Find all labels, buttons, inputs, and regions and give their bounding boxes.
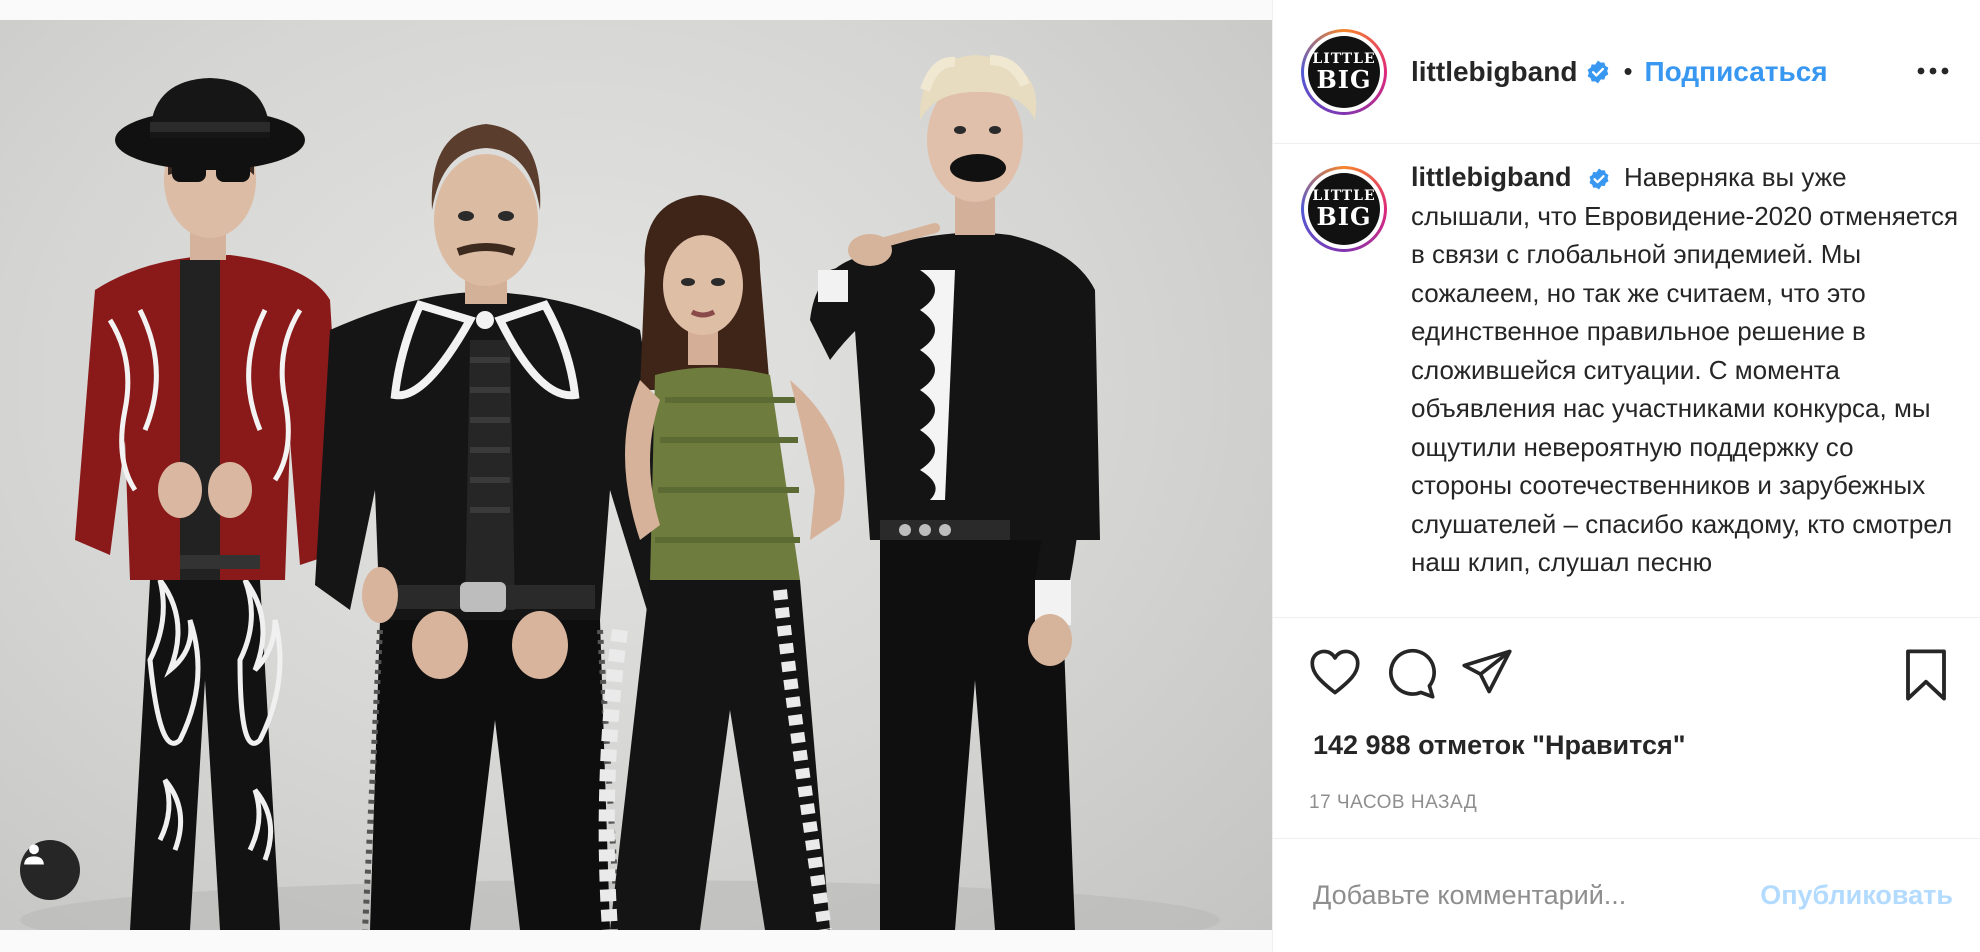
avatar[interactable]: LITTLE BIG: [1301, 28, 1387, 115]
more-options-icon[interactable]: [1915, 56, 1951, 86]
post-timestamp[interactable]: 17 ЧАСОВ НАЗАД: [1309, 792, 1477, 814]
person-1: [75, 78, 345, 930]
post-details-panel: LITTLE BIG littlebigband • Подписаться L…: [1272, 0, 1980, 952]
person-tag-button[interactable]: [20, 840, 80, 900]
caption-body: Наверняка вы уже слышали, что Евровидени…: [1411, 162, 1959, 577]
heart-icon[interactable]: [1309, 648, 1361, 701]
likes-count[interactable]: 142 988 отметок "Нравится": [1313, 730, 1686, 761]
publish-button[interactable]: Опубликовать: [1760, 880, 1953, 911]
bookmark-icon[interactable]: [1903, 648, 1949, 707]
comment-form: Опубликовать: [1273, 838, 1980, 952]
separator-dot: •: [1623, 56, 1633, 86]
post-header: LITTLE BIG littlebigband • Подписаться: [1273, 0, 1980, 144]
little-big-logo: LITTLE BIG: [1308, 173, 1380, 245]
person-4: [810, 55, 1100, 930]
username-link[interactable]: littlebigband: [1411, 56, 1577, 88]
follow-button[interactable]: Подписаться: [1645, 56, 1828, 88]
comment-icon[interactable]: [1385, 648, 1437, 705]
verified-badge-icon: [1587, 167, 1611, 191]
action-bar: [1273, 618, 1980, 736]
caption-avatar[interactable]: LITTLE BIG: [1301, 166, 1387, 252]
caption-username-link[interactable]: littlebigband: [1411, 162, 1571, 192]
caption-section: LITTLE BIG littlebigband Наверняка вы уж…: [1273, 144, 1980, 618]
little-big-logo: LITTLE BIG: [1308, 35, 1380, 108]
band-photo-illustration: [20, 55, 1220, 930]
post-photo[interactable]: [0, 20, 1272, 930]
share-icon[interactable]: [1461, 648, 1513, 701]
person-tag-icon: [24, 844, 44, 865]
caption-text: littlebigband Наверняка вы уже слышали, …: [1411, 158, 1959, 617]
verified-badge-icon: [1585, 59, 1611, 85]
comment-input[interactable]: [1313, 880, 1761, 911]
